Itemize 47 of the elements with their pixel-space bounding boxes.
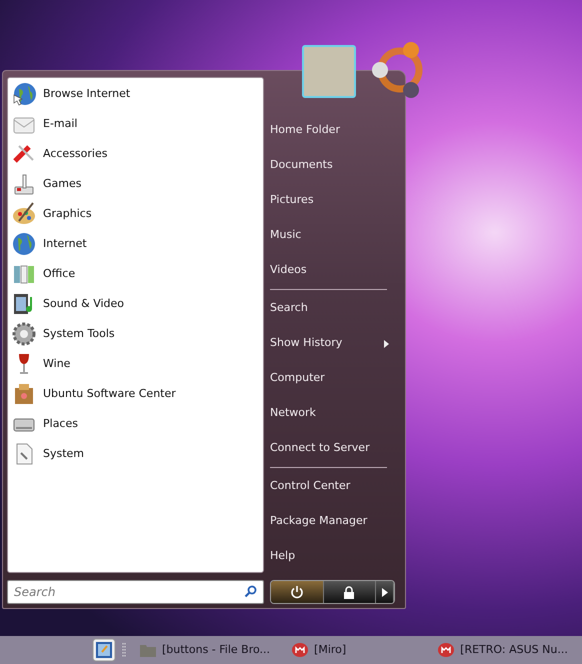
lock-button[interactable] <box>324 581 376 603</box>
menu-item[interactable]: Control Center <box>270 469 395 504</box>
m-logo-icon <box>292 643 308 657</box>
lock-icon <box>343 586 356 598</box>
arrow-icon <box>382 588 388 596</box>
menu-item[interactable]: Show History <box>270 326 395 361</box>
search-icon <box>244 585 257 598</box>
menu-item[interactable]: Connect to Server <box>270 431 395 466</box>
menu-item[interactable]: Documents <box>270 148 395 183</box>
menu-item[interactable]: Games <box>8 169 263 199</box>
m-logo-icon <box>438 643 454 657</box>
power-button[interactable] <box>271 581 324 603</box>
menu-item[interactable]: Sound & Video <box>8 289 263 319</box>
globe-cursor-icon <box>11 81 37 107</box>
taskbar-button[interactable]: [Miro] <box>292 642 346 658</box>
taskbar-button[interactable]: [buttons - File Bro... <box>140 642 270 658</box>
menu-item[interactable]: Accessories <box>8 139 263 169</box>
menu-item[interactable]: Help <box>270 539 395 574</box>
menu-item[interactable]: Internet <box>8 229 263 259</box>
menu-item[interactable]: System <box>8 439 263 469</box>
menu-item[interactable]: E-mail <box>8 109 263 139</box>
menu-item[interactable]: Pictures <box>270 183 395 218</box>
menu-item[interactable]: Ubuntu Software Center <box>8 379 263 409</box>
more-button[interactable] <box>376 581 394 603</box>
menu-item[interactable]: Home Folder <box>270 113 395 148</box>
palette-icon <box>11 201 37 227</box>
menu-item[interactable]: Music <box>270 218 395 253</box>
grip-icon <box>122 642 126 658</box>
menu-item[interactable]: Computer <box>270 361 395 396</box>
menu-item[interactable]: Videos <box>270 253 395 288</box>
menu-item[interactable]: Places <box>8 409 263 439</box>
taskbar-button[interactable]: [RETRO: ASUS Nu... <box>438 642 568 658</box>
menu-item[interactable]: Package Manager <box>270 504 395 539</box>
globe-icon <box>11 231 37 257</box>
menu-item[interactable]: Office <box>8 259 263 289</box>
menu-item[interactable]: Network <box>270 396 395 431</box>
folder-icon <box>140 643 156 657</box>
menu-item[interactable]: Browse Internet <box>8 79 263 109</box>
user-photo-placeholder <box>302 45 356 98</box>
menu-item[interactable]: System Tools <box>8 319 263 349</box>
menu-item[interactable]: Wine <box>8 349 263 379</box>
screenshot-tool-icon[interactable] <box>92 638 116 662</box>
power-icon <box>290 585 304 599</box>
gear-icon <box>11 321 37 347</box>
menu-item[interactable]: Graphics <box>8 199 263 229</box>
search-field[interactable]: Search <box>7 580 264 604</box>
menu-item[interactable]: Search <box>270 291 395 326</box>
